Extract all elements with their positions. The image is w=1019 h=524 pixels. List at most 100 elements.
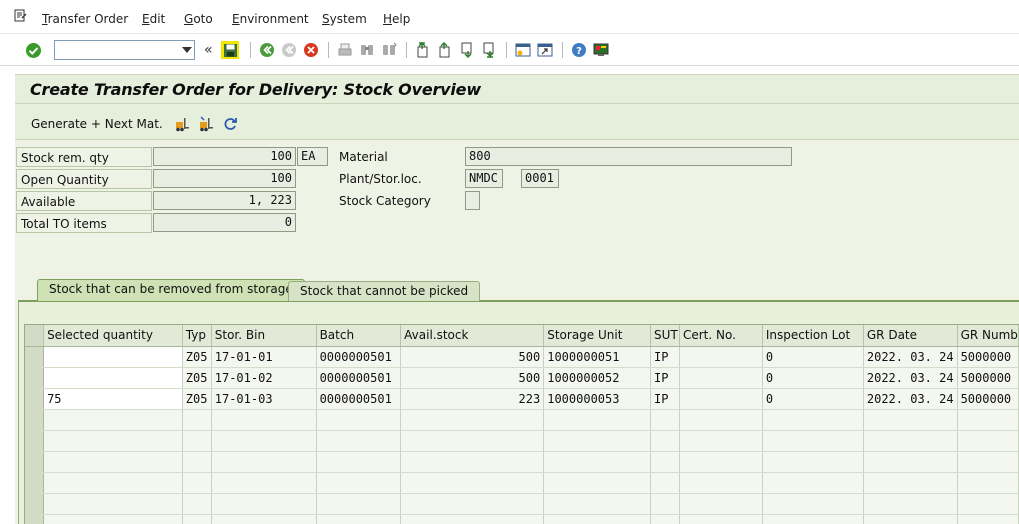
- table-cell: 5000000: [957, 388, 1019, 410]
- select-all-cell[interactable]: [25, 325, 45, 347]
- previous-page-icon[interactable]: [436, 41, 454, 59]
- last-page-icon[interactable]: [480, 41, 498, 59]
- table-row: Z05 17-01-01 0000000501 500 1000000051 I…: [25, 346, 1019, 368]
- empty-row: [25, 493, 1019, 515]
- enter-icon[interactable]: [24, 41, 42, 59]
- column-header[interactable]: Inspection Lot: [762, 325, 864, 347]
- column-header[interactable]: GR Date: [863, 325, 958, 347]
- print-icon[interactable]: [336, 41, 354, 59]
- refresh-icon[interactable]: [221, 115, 239, 133]
- menu-help[interactable]: Help: [383, 12, 410, 26]
- create-session-icon[interactable]: [514, 41, 532, 59]
- save-icon[interactable]: [221, 41, 239, 59]
- row-selector[interactable]: [25, 430, 45, 452]
- table-cell: 2022. 03. 24: [863, 367, 958, 389]
- table-row: 75 Z05 17-01-03 0000000501 223 100000005…: [25, 388, 1019, 410]
- first-page-icon[interactable]: [414, 41, 432, 59]
- row-selector[interactable]: [25, 388, 45, 410]
- shortcut-icon[interactable]: [536, 41, 554, 59]
- column-header[interactable]: Typ: [182, 325, 212, 347]
- table-cell: IP: [650, 367, 680, 389]
- row-selector[interactable]: [25, 472, 45, 494]
- menu-environment[interactable]: Environment: [232, 12, 309, 26]
- table-cell: 0000000501: [316, 388, 402, 410]
- toolbar-separator: [328, 42, 329, 58]
- tab-stock-not-pickable[interactable]: Stock that cannot be picked: [288, 281, 481, 301]
- divider: [15, 103, 1019, 104]
- svg-text:?: ?: [576, 46, 582, 57]
- stock-rem-qty-unit-field[interactable]: EA: [297, 147, 328, 166]
- generate-next-material-button[interactable]: Generate + Next Mat.: [31, 117, 163, 131]
- tab-stock-removable[interactable]: Stock that can be removed from storage: [37, 279, 305, 301]
- table-cell: IP: [650, 346, 680, 368]
- forklift-icon[interactable]: [173, 115, 191, 133]
- menu-transfer-order[interactable]: Transfer Order: [42, 12, 128, 26]
- exit-icon[interactable]: [280, 41, 298, 59]
- find-next-icon[interactable]: [380, 41, 398, 59]
- menu-edit[interactable]: Edit: [142, 12, 165, 26]
- stock-category-field[interactable]: [465, 191, 480, 210]
- stock-rem-qty-field[interactable]: 100: [153, 147, 296, 166]
- toolbar-separator: [506, 42, 507, 58]
- chevron-down-icon[interactable]: [182, 47, 192, 53]
- menu-system[interactable]: System: [322, 12, 367, 26]
- customize-layout-icon[interactable]: [592, 41, 610, 59]
- available-label: Available: [16, 191, 152, 211]
- column-header[interactable]: Avail.stock: [400, 325, 545, 347]
- toolbar-separator: [562, 42, 563, 58]
- table-cell: [679, 388, 763, 410]
- column-header[interactable]: Cert. No.: [679, 325, 763, 347]
- material-field[interactable]: 800: [465, 147, 792, 166]
- table-cell: [679, 367, 763, 389]
- menu-goto[interactable]: Goto: [184, 12, 213, 26]
- row-selector[interactable]: [25, 493, 45, 515]
- column-header[interactable]: Selected quantity: [43, 325, 183, 347]
- selected-quantity-input[interactable]: 75: [43, 388, 183, 410]
- row-selector[interactable]: [25, 514, 45, 524]
- row-selector[interactable]: [25, 346, 45, 368]
- total-to-items-field[interactable]: 0: [153, 213, 296, 232]
- toolbar-separator: [250, 42, 251, 58]
- row-selector[interactable]: [25, 451, 45, 473]
- total-to-items-label: Total TO items: [16, 213, 152, 233]
- toolbar-separator: [406, 42, 407, 58]
- column-header[interactable]: SUT: [650, 325, 680, 347]
- system-menu-icon[interactable]: [14, 9, 28, 23]
- help-icon[interactable]: ?: [570, 41, 588, 59]
- forklift-alt-icon[interactable]: [197, 115, 215, 133]
- find-icon[interactable]: [358, 41, 376, 59]
- back-icon[interactable]: [258, 41, 276, 59]
- material-label: Material: [339, 150, 388, 164]
- selected-quantity-input[interactable]: [43, 346, 183, 368]
- stock-category-label: Stock Category: [339, 194, 431, 208]
- table-cell: 17-01-03: [211, 388, 317, 410]
- column-header[interactable]: Stor. Bin: [211, 325, 317, 347]
- empty-row: [25, 409, 1019, 431]
- plant-field[interactable]: NMDC: [465, 169, 503, 188]
- row-selector[interactable]: [25, 367, 45, 389]
- open-quantity-field[interactable]: 100: [153, 169, 296, 188]
- next-page-icon[interactable]: [458, 41, 476, 59]
- column-header[interactable]: GR Numb: [957, 325, 1019, 347]
- row-selector[interactable]: [25, 409, 45, 431]
- table-cell: 2022. 03. 24: [863, 388, 958, 410]
- table-cell: 17-01-01: [211, 346, 317, 368]
- command-input[interactable]: [55, 41, 173, 59]
- column-header[interactable]: Storage Unit: [543, 325, 652, 347]
- table-cell: 5000000: [957, 346, 1019, 368]
- collapse-chevron-icon[interactable]: «: [204, 42, 213, 58]
- table-cell: 0000000501: [316, 346, 402, 368]
- selected-quantity-input[interactable]: [43, 367, 183, 389]
- page-title: Create Transfer Order for Delivery: Stoc…: [30, 80, 481, 99]
- menu-bar: Transfer Order Edit Goto Environment Sys…: [0, 0, 1019, 34]
- table-cell: 223: [400, 388, 545, 410]
- cancel-icon[interactable]: [302, 41, 320, 59]
- empty-row: [25, 430, 1019, 452]
- available-field[interactable]: 1, 223: [153, 191, 296, 210]
- table-cell: 0: [762, 346, 864, 368]
- command-field[interactable]: [54, 40, 195, 60]
- stor-loc-field[interactable]: 0001: [521, 169, 559, 188]
- column-header[interactable]: Batch: [316, 325, 402, 347]
- table-cell: IP: [650, 388, 680, 410]
- table-cell: [679, 346, 763, 368]
